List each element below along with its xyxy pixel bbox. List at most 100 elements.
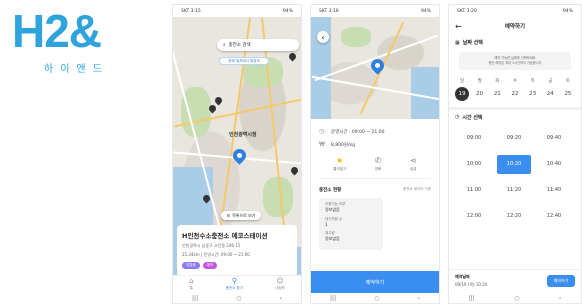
favorite-button[interactable]: ★ 즐겨찾기: [333, 157, 346, 172]
station-pin[interactable]: [287, 51, 298, 62]
system-nav-bar: ||| ○ ‹: [173, 293, 301, 303]
tab-my-info[interactable]: ☺ 내정보: [275, 278, 285, 291]
time-slot[interactable]: 10:00: [457, 154, 491, 174]
list-button-label: 목록으로 보기: [232, 212, 256, 218]
time-slot[interactable]: 12:20: [497, 206, 531, 226]
station-info-panel: ◷ 운영시간 : 09:00 ~ 21:00 ₩ 8,800원/kg ★ 즐겨찾…: [311, 119, 439, 293]
action-label: 전화: [374, 167, 382, 171]
back-arrow-icon[interactable]: ‹: [317, 31, 329, 43]
time-slot[interactable]: 11:40: [537, 180, 571, 200]
date-row: 19 20 21 22 23 24 25: [449, 84, 581, 101]
reservation-footer: 예약날짜 09/19 (목) 10:20 예약하기: [449, 269, 581, 293]
notice-line: 충전 예약은 최대 1시간까지 가능합니다: [488, 60, 542, 65]
home-button[interactable]: ○: [374, 295, 379, 302]
research-chip[interactable]: 현재 위치에서 재검색: [219, 57, 269, 65]
price-icon: ₩: [319, 141, 325, 148]
time-slot[interactable]: 12:40: [537, 206, 571, 226]
status-badge: 영업중: [182, 262, 200, 269]
tab-find-station[interactable]: ⚲ 충전소 찾기: [226, 278, 243, 291]
home-button[interactable]: ○: [514, 295, 519, 302]
weekday-label: 수: [512, 78, 518, 84]
detail-map[interactable]: [311, 17, 439, 119]
page-header: ← 예약하기: [449, 17, 581, 35]
status-battery: 94%: [562, 8, 573, 14]
bottom-tab-bar: ⌂ 홈 ⚲ 충전소 찾기 ☺ 내정보: [173, 275, 301, 293]
back-button[interactable]: ‹: [559, 295, 561, 302]
station-hours: 25.24km | 운영시간: 09:00 ~ 21:00: [182, 252, 250, 257]
share-button[interactable]: ⋖ 공유: [410, 157, 417, 172]
calendar-icon: ▦: [455, 39, 460, 46]
status-bar: SKT 3:16 94%: [311, 5, 439, 17]
weekday-label: 화: [495, 78, 500, 84]
status-title: 충전소 현황: [319, 188, 342, 193]
section-title: 날짜 선택: [462, 40, 483, 46]
time-slot[interactable]: 09:20: [497, 128, 531, 148]
system-nav-bar: ||| ○ ‹: [311, 293, 439, 303]
time-slot[interactable]: 09:40: [537, 128, 571, 148]
time-slot-selected[interactable]: 10:20: [497, 154, 531, 174]
tab-home[interactable]: ⌂ 홈: [189, 278, 193, 291]
home-button[interactable]: ○: [236, 295, 241, 302]
status-bar: SKT 3:20 94%: [449, 5, 581, 17]
home-icon: ⌂: [189, 277, 194, 285]
star-icon: ★: [336, 156, 344, 165]
location-icon: ⚲: [231, 277, 237, 285]
status-bar: SKT 3:15 94%: [173, 5, 301, 17]
selected-station-pin[interactable]: [230, 146, 249, 165]
weekday-label: 월: [477, 78, 482, 84]
action-label: 공유: [410, 167, 417, 171]
time-section-header: ◷ 시간 선택: [449, 110, 581, 125]
station-title: H인천수소충전소 에코스테이션: [182, 232, 268, 240]
recent-apps-button[interactable]: |||: [192, 295, 198, 302]
time-slot[interactable]: 09:00: [457, 128, 491, 148]
status-box: 이용가능 여부 정보없음 대기차량 수 1 재고량 정보없음: [319, 198, 383, 250]
search-icon: ⌕: [223, 43, 226, 48]
tab-label: 충전소 찾기: [225, 286, 243, 290]
status-time: SKT 3:20: [457, 8, 477, 14]
date-section-header: ▦ 날짜 선택: [449, 35, 581, 50]
tab-label: 홈: [189, 286, 193, 290]
station-address: 인천광역시 남동구 고잔동 246-15: [182, 243, 241, 248]
date-option[interactable]: 22: [508, 87, 522, 101]
station-card[interactable]: H인천수소충전소 에코스테이션 인천광역시 남동구 고잔동 246-15 25.…: [177, 225, 297, 277]
time-slot[interactable]: 10:40: [537, 154, 571, 174]
reserve-button[interactable]: 예약하기: [311, 271, 439, 293]
time-slot-grid: 09:00 09:20 09:40 10:00 10:20 10:40 11:0…: [449, 125, 581, 230]
station-pin[interactable]: [213, 95, 224, 106]
reserve-badge: 예약: [202, 262, 218, 269]
status-time-label: 충전소 데이터 기준: [403, 187, 431, 191]
time-slot[interactable]: 11:20: [497, 180, 531, 200]
phone-icon: ✆: [374, 156, 382, 165]
weekday-label: 일: [459, 78, 465, 84]
search-placeholder: 충전소 검색: [228, 43, 251, 48]
station-pin[interactable]: [289, 165, 300, 176]
action-row: ★ 즐겨찾기 ✆ 전화 ⋖ 공유: [319, 157, 431, 179]
date-option[interactable]: 21: [490, 87, 504, 101]
back-arrow-icon[interactable]: ←: [455, 22, 462, 31]
time-slot[interactable]: 11:00: [457, 180, 491, 200]
date-option[interactable]: 20: [473, 87, 487, 101]
call-button[interactable]: ✆ 전화: [375, 157, 382, 172]
weekday-label: 목: [530, 78, 535, 84]
page-title: 예약하기: [504, 24, 526, 30]
date-option-selected[interactable]: 19: [455, 86, 469, 101]
recent-apps-button[interactable]: |||: [469, 295, 475, 302]
status-time: SKT 3:16: [319, 8, 339, 14]
back-button[interactable]: ‹: [418, 295, 420, 302]
back-button[interactable]: ‹: [280, 295, 282, 302]
date-option[interactable]: 23: [526, 87, 540, 101]
map-city-label: 인천광역시청: [229, 132, 257, 138]
confirm-reserve-button[interactable]: 예약하기: [547, 275, 575, 287]
list-view-button[interactable]: ☰ 목록으로 보기: [221, 211, 261, 220]
station-status-header: 충전소 현황 충전소 데이터 기준: [319, 187, 431, 193]
date-option[interactable]: 24: [543, 87, 557, 101]
action-label: 즐겨찾기: [333, 167, 347, 171]
date-option[interactable]: 25: [561, 87, 575, 101]
search-input[interactable]: ⌕ 충전소 검색: [217, 39, 299, 51]
recent-apps-button[interactable]: |||: [330, 295, 336, 302]
status-battery: 94%: [282, 8, 293, 14]
phone-map-screen: SKT 3:15 94% 인천광역시청 ⌕ 충전소 검색 현재 위치에서 재검색…: [172, 4, 302, 304]
time-slot[interactable]: 12:00: [457, 206, 491, 226]
status-time: SKT 3:15: [181, 8, 201, 14]
brand-logo: H2& 하이앤드: [12, 8, 152, 88]
